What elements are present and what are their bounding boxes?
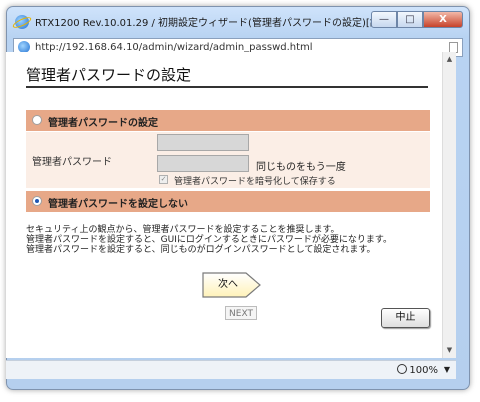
password-form: 管理者パスワード 同じものをもう一度 ✓ 管理者パスワードを暗号化して保存する: [26, 132, 430, 188]
caption-buttons: — □ X: [371, 11, 463, 28]
minimize-button[interactable]: —: [371, 11, 397, 28]
page-title: 管理者パスワードの設定: [26, 66, 192, 84]
password-input[interactable]: [157, 134, 249, 151]
encrypt-label: 管理者パスワードを暗号化して保存する: [174, 177, 336, 187]
option-set-password-label: 管理者パスワードの設定: [48, 118, 158, 129]
vertical-scrollbar[interactable]: ▲ ▼: [442, 52, 456, 358]
close-button[interactable]: X: [423, 11, 463, 28]
confirm-label: 同じものをもう一度: [256, 162, 346, 173]
next-button-label: 次へ: [218, 279, 238, 290]
option-no-password-label: 管理者パスワードを設定しない: [48, 199, 188, 210]
description-line-2: 管理者パスワードを設定すると、GUIにログインするときにパスワードが必要になりま…: [26, 235, 392, 245]
description: セキュリティ上の観点から、管理者パスワードを設定することを推奨します。 管理者パ…: [26, 225, 392, 255]
zoom-level: 100%: [409, 365, 438, 376]
maximize-button[interactable]: □: [397, 11, 423, 28]
description-line-1: セキュリティ上の観点から、管理者パスワードを設定することを推奨します。: [26, 225, 340, 235]
cancel-button[interactable]: 中止: [381, 308, 430, 328]
page-content: 管理者パスワードの設定 管理者パスワードの設定 管理者パスワード 同じものをもう…: [6, 52, 442, 358]
encrypt-checkbox[interactable]: ✓: [159, 175, 168, 184]
title-divider: [26, 86, 428, 88]
description-line-3: 管理者パスワードを設定すると、同じものがログインパスワードとして設定されます。: [26, 245, 376, 255]
next-small-button[interactable]: NEXT: [225, 306, 257, 320]
zoom-dropdown-icon[interactable]: ▼: [444, 365, 450, 374]
internet-explorer-icon: [15, 15, 29, 29]
scroll-down-icon[interactable]: ▼: [443, 344, 456, 357]
radio-no-password[interactable]: [32, 196, 42, 206]
status-bar: 100% ▼: [6, 360, 456, 379]
option-no-password[interactable]: 管理者パスワードを設定しない: [26, 191, 430, 212]
scroll-up-icon[interactable]: ▲: [443, 53, 456, 66]
window-title: RTX1200 Rev.10.01.29 / 初期設定ウィザード(管理者パスワー…: [35, 18, 410, 29]
option-set-password[interactable]: 管理者パスワードの設定: [26, 110, 430, 131]
zoom-icon: [397, 364, 408, 374]
title-bar[interactable]: RTX1200 Rev.10.01.29 / 初期設定ウィザード(管理者パスワー…: [7, 7, 469, 35]
radio-set-password[interactable]: [32, 115, 42, 125]
password-label: 管理者パスワード: [32, 157, 112, 168]
password-confirm-input[interactable]: [157, 155, 249, 172]
zoom-control[interactable]: 100%: [397, 364, 438, 376]
